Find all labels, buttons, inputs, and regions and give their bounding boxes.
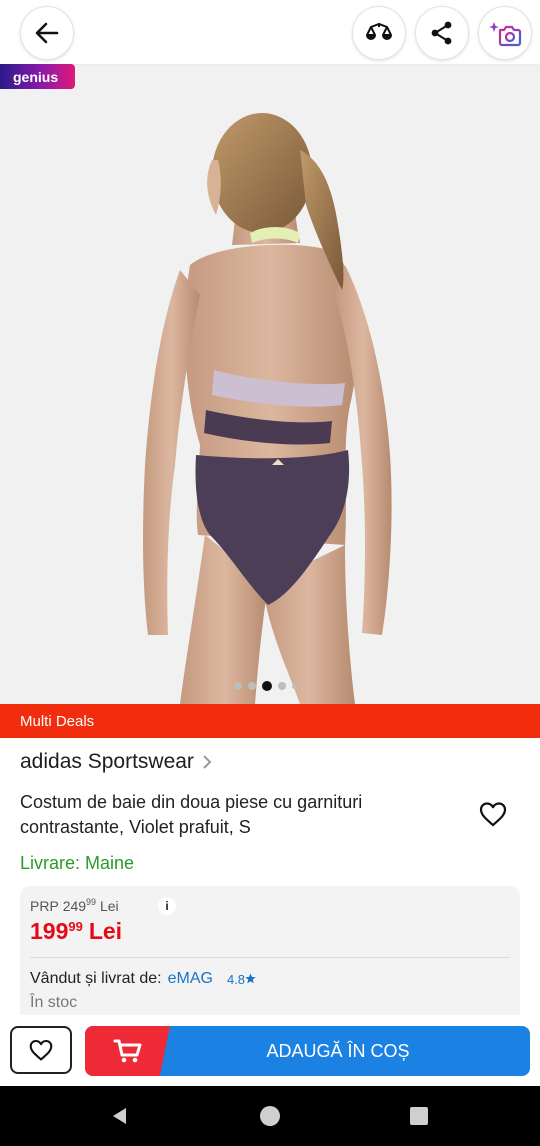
add-to-cart-button[interactable]: ADAUGĂ ÎN COȘ [85, 1026, 530, 1076]
stock-status: În stoc [30, 994, 78, 1011]
price-dec: 99 [68, 919, 83, 934]
price-int: 199 [30, 918, 69, 944]
prp-price: PRP 249 99 Lei [30, 897, 119, 914]
prp-int: 249 [62, 898, 87, 914]
top-bar [0, 0, 540, 65]
chevron-right-icon [203, 755, 212, 769]
circle-home-icon [260, 1106, 280, 1126]
seller-rating: 4.8 [227, 972, 256, 987]
carousel-dot[interactable] [248, 682, 256, 690]
product-photo [0, 65, 540, 704]
divider [30, 957, 510, 958]
triangle-back-icon [113, 1108, 126, 1124]
price-box: PRP 249 99 Lei i 199 99 Lei Vândut și livra… [20, 886, 520, 1026]
system-nav-bar [0, 1086, 540, 1146]
cart-icon-area [85, 1026, 170, 1076]
favorite-button[interactable] [10, 1026, 72, 1074]
carousel-indicator [234, 681, 297, 691]
compare-button[interactable] [352, 6, 406, 60]
seller-label: Vândut și livrat de: [30, 970, 162, 987]
nav-home-button[interactable] [250, 1086, 290, 1146]
cart-icon [113, 1039, 141, 1063]
price-currency: Lei [88, 918, 123, 944]
product-title: Costum de baie din doua piese cu garnitu… [20, 792, 363, 837]
carousel-dot-active[interactable] [262, 681, 272, 691]
prp-dec: 99 [86, 897, 97, 907]
genius-badge-label: genius [13, 68, 59, 85]
camera-sparkle-icon [489, 22, 522, 47]
product-image-carousel[interactable] [0, 65, 540, 704]
genius-badge: genius [0, 64, 75, 89]
square-recents-icon [410, 1107, 428, 1125]
camera-search-button[interactable] [478, 6, 532, 60]
compare-icon [366, 22, 392, 40]
add-to-favorites-button[interactable] [478, 800, 508, 828]
brand-link[interactable]: adidas Sportswear [20, 750, 212, 774]
info-icon[interactable]: i [158, 897, 176, 915]
star-icon [245, 973, 256, 983]
current-price: 199 99 Lei [30, 918, 122, 945]
carousel-dot[interactable] [292, 683, 297, 689]
arrow-left-icon [35, 22, 59, 44]
multi-deals-label: Multi Deals [20, 712, 95, 730]
prp-currency: Lei [99, 898, 119, 914]
seller-link[interactable]: eMAG [168, 970, 213, 988]
share-button[interactable] [415, 6, 469, 60]
back-button[interactable] [20, 6, 74, 60]
share-icon [431, 21, 452, 45]
carousel-dot[interactable] [278, 682, 286, 690]
carousel-dot[interactable] [234, 682, 242, 690]
heart-icon [479, 802, 507, 827]
delivery-info: Livrare: Maine [20, 853, 135, 873]
nav-back-button[interactable] [100, 1086, 140, 1146]
add-to-cart-label: ADAUGĂ ÎN COȘ [266, 1040, 410, 1061]
brand-name: adidas Sportswear [20, 750, 194, 773]
seller-rating-value: 4.8 [226, 971, 246, 987]
bottom-action-bar: ADAUGĂ ÎN COȘ [0, 1015, 540, 1086]
seller-info: Vândut și livrat de: eMAG 4.8 [30, 970, 256, 988]
prp-label: PRP [30, 898, 59, 914]
heart-icon [29, 1039, 53, 1061]
nav-recents-button[interactable] [399, 1086, 439, 1146]
multi-deals-banner[interactable]: Multi Deals [0, 704, 540, 738]
